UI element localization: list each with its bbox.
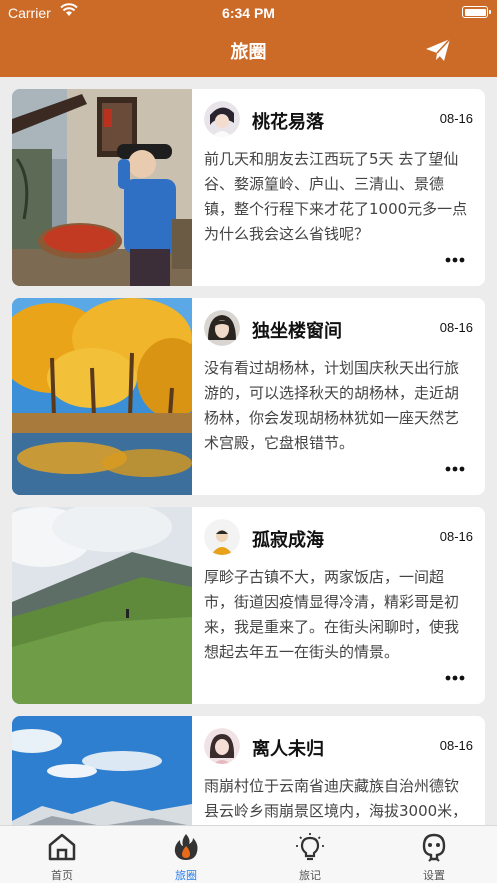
author-name[interactable]: 孤寂成海 xyxy=(252,526,324,552)
avatar[interactable] xyxy=(204,519,240,555)
tab-home[interactable]: 首页 xyxy=(0,826,124,883)
post-text: 厚畛子古镇不大，两家饭店，一间超市，街道因疫情显得冷清，精彩哥是初来，我是重来了… xyxy=(204,568,460,661)
tab-bar: 首页 旅圈 旅记 设置 xyxy=(0,825,497,883)
post-list[interactable]: 桃花易落 08-16 前几天和朋友去江西玩了5天 去了望仙谷、婺源篁岭、庐山、三… xyxy=(0,77,497,825)
status-time: 6:34 PM xyxy=(222,5,275,21)
author-name[interactable]: 离人未归 xyxy=(252,735,324,761)
tab-label: 旅记 xyxy=(299,869,321,882)
more-icon[interactable] xyxy=(445,675,465,681)
tab-label: 设置 xyxy=(423,869,445,882)
navigation-bar: Carrier 6:34 PM 旅圈 xyxy=(0,0,497,77)
tab-settings[interactable]: 设置 xyxy=(372,826,496,883)
status-bar: Carrier 6:34 PM xyxy=(0,0,497,26)
post-date: 08-16 xyxy=(439,111,473,126)
tab-label: 旅圈 xyxy=(175,869,197,882)
send-icon[interactable] xyxy=(425,38,451,62)
post-image xyxy=(12,716,192,825)
post-text: 没有看过胡杨林，计划国庆秋天出行旅游的，可以选择秋天的胡杨林，走近胡杨林，你会发… xyxy=(204,359,460,452)
author-name[interactable]: 独坐楼窗间 xyxy=(252,317,342,343)
tab-notes[interactable]: 旅记 xyxy=(248,826,372,883)
post-image xyxy=(12,298,192,495)
page-title: 旅圈 xyxy=(230,42,267,63)
post-card[interactable]: 孤寂成海 08-16 厚畛子古镇不大，两家饭店，一间超市，街道因疫情显得冷清，精… xyxy=(12,507,485,704)
tab-label: 首页 xyxy=(51,869,73,882)
post-text: 前几天和朋友去江西玩了5天 去了望仙谷、婺源篁岭、庐山、三清山、景德镇，整个行程… xyxy=(204,150,468,243)
more-icon[interactable] xyxy=(445,466,465,472)
post-card[interactable]: 离人未归 08-16 雨崩村位于云南省迪庆藏族自治州德钦县云岭乡雨崩景区境内，海… xyxy=(12,716,485,825)
post-card[interactable]: 桃花易落 08-16 前几天和朋友去江西玩了5天 去了望仙谷、婺源篁岭、庐山、三… xyxy=(12,89,485,286)
flame-icon xyxy=(174,834,198,860)
post-date: 08-16 xyxy=(439,738,473,753)
author-name[interactable]: 桃花易落 xyxy=(252,108,324,134)
post-image xyxy=(12,507,192,704)
robot-icon xyxy=(422,833,446,862)
post-card[interactable]: 独坐楼窗间 08-16 没有看过胡杨林，计划国庆秋天出行旅游的，可以选择秋天的胡… xyxy=(12,298,485,495)
more-icon[interactable] xyxy=(445,257,465,263)
post-date: 08-16 xyxy=(439,320,473,335)
avatar[interactable] xyxy=(204,728,240,764)
avatar[interactable] xyxy=(204,101,240,137)
home-icon xyxy=(48,833,76,861)
post-text: 雨崩村位于云南省迪庆藏族自治州德钦县云岭乡雨崩景区境内，海拔3000米，四面群山… xyxy=(204,777,468,820)
battery-icon xyxy=(462,6,491,18)
lightbulb-icon xyxy=(296,833,324,861)
avatar[interactable] xyxy=(204,310,240,346)
post-date: 08-16 xyxy=(439,529,473,544)
post-image xyxy=(12,89,192,286)
tab-circle[interactable]: 旅圈 xyxy=(124,826,248,883)
